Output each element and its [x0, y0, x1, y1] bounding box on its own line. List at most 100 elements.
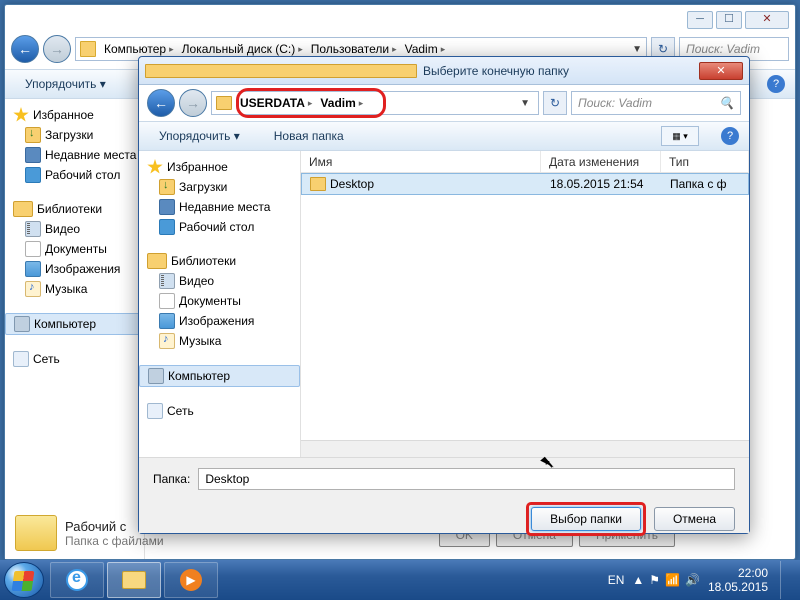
dlg-sidebar-videos[interactable]: Видео [139, 271, 300, 291]
dialog-address-bar[interactable]: USERDATA▸ Vadim▸ ▼ [211, 91, 539, 115]
library-icon [13, 201, 33, 217]
recent-icon [159, 199, 175, 215]
sidebar-network[interactable]: Сеть [5, 349, 144, 369]
system-tray: EN ▲ ⚑ 📶 🔊 22:00 18.05.2015 [608, 561, 796, 599]
tray-network-icon[interactable]: 📶 [665, 573, 680, 587]
column-type[interactable]: Тип [661, 151, 749, 172]
library-icon [147, 253, 167, 269]
dlg-sidebar-downloads[interactable]: Загрузки [139, 177, 300, 197]
search-icon: 🔍 [719, 96, 734, 110]
dlg-sidebar-desktop[interactable]: Рабочий стол [139, 217, 300, 237]
cancel-button[interactable]: Отмена [654, 507, 735, 531]
horizontal-scrollbar[interactable] [301, 440, 749, 457]
dlg-sidebar-documents[interactable]: Документы [139, 291, 300, 311]
sidebar-music[interactable]: Музыка [5, 279, 144, 299]
dialog-footer: Папка: Выбор папки Отмена [139, 457, 749, 533]
star-icon [147, 159, 163, 175]
wmp-icon: ▶ [180, 569, 202, 591]
show-desktop-button[interactable] [780, 561, 790, 599]
dialog-sidebar: Избранное Загрузки Недавние места Рабочи… [139, 151, 301, 457]
select-folder-button[interactable]: Выбор папки [531, 507, 641, 531]
folder-name-input[interactable] [198, 468, 735, 490]
download-icon [25, 127, 41, 143]
tray-volume-icon[interactable]: 🔊 [685, 573, 700, 587]
taskbar-explorer[interactable] [107, 562, 161, 598]
folder-icon [216, 96, 232, 110]
sidebar-desktop[interactable]: Рабочий стол [5, 165, 144, 185]
tray-flag-icon[interactable]: ▲ [632, 573, 644, 587]
maximize-button[interactable]: ☐ [716, 11, 742, 29]
sidebar-documents[interactable]: Документы [5, 239, 144, 259]
dialog-title: Выберите конечную папку [423, 64, 693, 78]
dialog-refresh-button[interactable]: ↻ [543, 91, 567, 115]
video-icon [159, 273, 175, 289]
dlg-sidebar-favorites[interactable]: Избранное [139, 157, 300, 177]
close-button[interactable]: ✕ [745, 11, 789, 29]
star-icon [13, 107, 29, 123]
ie-icon [66, 569, 88, 591]
dlg-sidebar-network[interactable]: Сеть [139, 401, 300, 421]
dlg-sidebar-recent[interactable]: Недавние места [139, 197, 300, 217]
column-date[interactable]: Дата изменения [541, 151, 661, 172]
dialog-help-button[interactable]: ? [721, 127, 739, 145]
taskbar-ie[interactable] [50, 562, 104, 598]
forward-button[interactable]: → [43, 35, 71, 63]
file-list: Имя Дата изменения Тип Desktop 18.05.201… [301, 151, 749, 457]
help-button[interactable]: ? [767, 75, 785, 93]
column-name[interactable]: Имя [301, 151, 541, 172]
explorer-icon [122, 571, 146, 589]
sidebar-computer[interactable]: Компьютер [5, 313, 144, 335]
sidebar-videos[interactable]: Видео [5, 219, 144, 239]
desktop-icon [25, 167, 41, 183]
clock[interactable]: 22:00 18.05.2015 [708, 566, 768, 595]
dlg-sidebar-music[interactable]: Музыка [139, 331, 300, 351]
dialog-close-button[interactable]: ✕ [699, 62, 743, 80]
folder-picker-dialog: Выберите конечную папку ✕ ← → USERDATA▸ … [138, 56, 750, 534]
start-button[interactable] [4, 562, 44, 598]
folder-label: Папка: [153, 472, 190, 486]
sidebar-pictures[interactable]: Изображения [5, 259, 144, 279]
sidebar-favorites[interactable]: Избранное [5, 105, 144, 125]
dlg-sidebar-pictures[interactable]: Изображения [139, 311, 300, 331]
folder-icon [15, 515, 57, 551]
dlg-sidebar-libraries[interactable]: Библиотеки [139, 251, 300, 271]
tray-action-icon[interactable]: ⚑ [649, 573, 660, 587]
download-icon [159, 179, 175, 195]
dialog-titlebar[interactable]: Выберите конечную папку ✕ [139, 57, 749, 85]
main-sidebar: Избранное Загрузки Недавние места Рабочи… [5, 99, 145, 559]
dialog-forward-button[interactable]: → [179, 89, 207, 117]
new-folder-button[interactable]: Новая папка [264, 126, 354, 146]
dialog-back-button[interactable]: ← [147, 89, 175, 117]
dialog-organize-button[interactable]: Упорядочить ▾ [149, 126, 250, 146]
desktop-icon [159, 219, 175, 235]
recent-icon [25, 147, 41, 163]
list-row[interactable]: Desktop 18.05.2015 21:54 Папка с ф [301, 173, 749, 195]
document-icon [25, 241, 41, 257]
language-indicator[interactable]: EN [608, 573, 625, 587]
dlg-sidebar-computer[interactable]: Компьютер [139, 365, 300, 387]
taskbar-mediaplayer[interactable]: ▶ [164, 562, 218, 598]
dialog-search-box[interactable]: Поиск: Vadim 🔍 [571, 91, 741, 115]
image-icon [25, 261, 41, 277]
view-button[interactable]: ▦ ▾ [661, 126, 699, 146]
dialog-toolbar: Упорядочить ▾ Новая папка ▦ ▾ ? [139, 121, 749, 151]
video-icon [25, 221, 41, 237]
highlight-annotation: Выбор папки [526, 502, 646, 536]
organize-button[interactable]: Упорядочить ▾ [15, 74, 116, 94]
minimize-button[interactable]: ─ [687, 11, 713, 29]
image-icon [159, 313, 175, 329]
computer-icon [14, 316, 30, 332]
folder-icon [145, 64, 417, 78]
folder-icon [80, 41, 96, 57]
taskbar: ▶ EN ▲ ⚑ 📶 🔊 22:00 18.05.2015 [0, 560, 800, 600]
sidebar-recent[interactable]: Недавние места [5, 145, 144, 165]
back-button[interactable]: ← [11, 35, 39, 63]
network-icon [13, 351, 29, 367]
sidebar-downloads[interactable]: Загрузки [5, 125, 144, 145]
network-icon [147, 403, 163, 419]
sidebar-libraries[interactable]: Библиотеки [5, 199, 144, 219]
computer-icon [148, 368, 164, 384]
music-icon [25, 281, 41, 297]
folder-icon [310, 177, 326, 191]
document-icon [159, 293, 175, 309]
